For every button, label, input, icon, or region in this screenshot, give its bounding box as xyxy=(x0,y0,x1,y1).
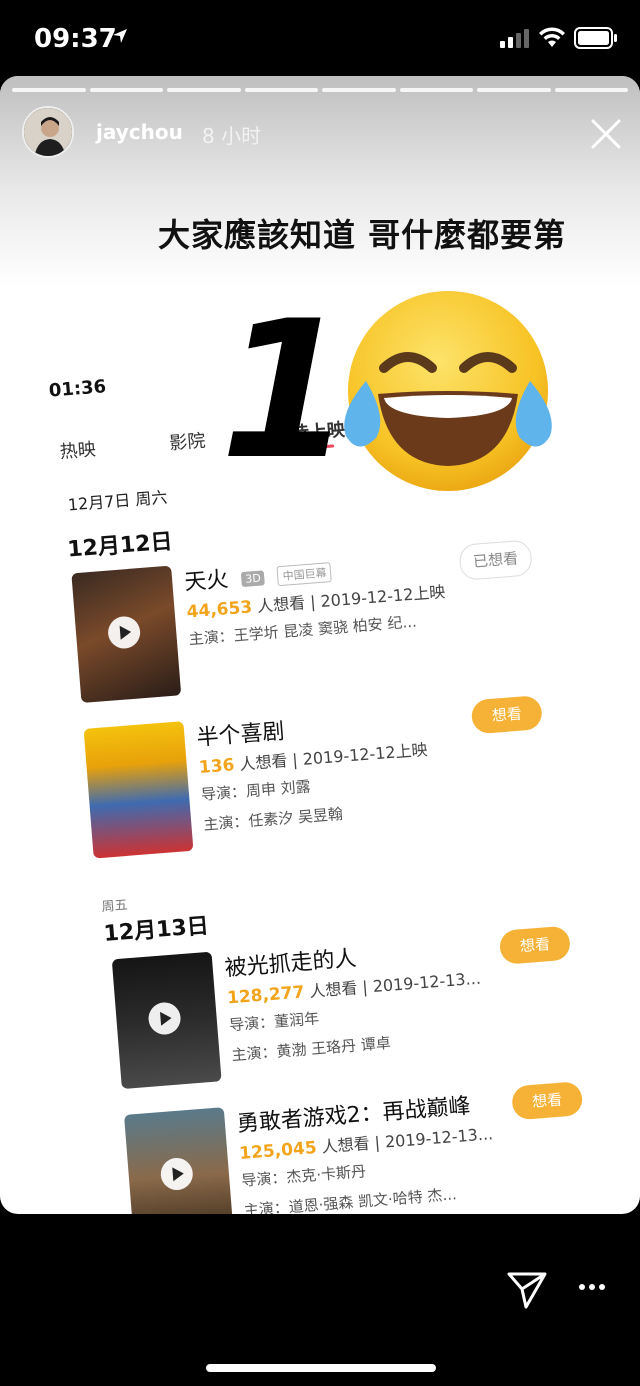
svg-text:1: 1 xyxy=(220,306,330,466)
movie-director: 导演：周申 刘露 xyxy=(200,777,312,804)
want-button: 想看 xyxy=(470,695,543,735)
story-caption: 大家應該知道 哥什麼都要第 xyxy=(158,216,567,254)
section-weekday: 周五 xyxy=(101,898,129,916)
status-time: 09:37 xyxy=(34,24,117,54)
tag-imax: 中国巨幕 xyxy=(276,562,333,587)
location-arrow-icon xyxy=(113,29,127,43)
play-icon xyxy=(106,615,142,650)
want-button: 想看 xyxy=(498,925,572,965)
movie-poster xyxy=(111,951,222,1090)
story-card: 01:36 热映 影院 待上映 12月7日 周六 12月12日 天火 3D 中国… xyxy=(0,76,640,1214)
section-date: 12月13日 xyxy=(102,913,210,947)
movie-poster xyxy=(83,721,194,859)
movie-title: 半个喜剧 xyxy=(195,719,286,752)
play-icon xyxy=(159,1156,194,1192)
movie-director: 导演：董润年 xyxy=(228,1009,320,1035)
close-icon[interactable] xyxy=(590,118,622,150)
wifi-icon xyxy=(539,27,565,47)
section-date: 12月12日 xyxy=(66,529,174,563)
movie-poster xyxy=(71,565,182,704)
tab-now-showing: 热映 xyxy=(58,439,97,463)
avatar[interactable] xyxy=(22,106,74,158)
cellular-signal-icon xyxy=(500,29,529,48)
tears-of-joy-emoji xyxy=(344,291,552,491)
movie-cast: 主演：任素汐 吴昱翰 xyxy=(202,804,344,834)
status-bar: 09:37 xyxy=(0,0,640,78)
movie-card: 被光抓走的人 128,277 人想看 | 2019-12-13... 导演：董润… xyxy=(111,923,592,1099)
phone-time: 01:36 xyxy=(48,376,107,402)
movie-poster xyxy=(123,1107,234,1214)
movie-card: 天火 3D 中国巨幕 44,653 人想看 | 2019-12-12上映 主演：… xyxy=(71,537,551,713)
current-date: 12月7日 周六 xyxy=(67,487,169,515)
movie-card: 半个喜剧 136 人想看 | 2019-12-12上映 导演：周申 刘露 主演：… xyxy=(83,692,564,868)
send-icon[interactable] xyxy=(506,1270,548,1310)
wanted-button: 已想看 xyxy=(458,539,533,581)
more-icon[interactable] xyxy=(578,1282,606,1292)
want-button: 想看 xyxy=(510,1081,584,1121)
movie-director: 导演：杰克·卡斯丹 xyxy=(240,1162,367,1190)
home-indicator[interactable] xyxy=(206,1364,436,1372)
story-progress-bars xyxy=(12,88,628,92)
big-number-overlay: 1 xyxy=(220,306,330,466)
tag-3d: 3D xyxy=(240,569,266,587)
post-time: 8 小时 xyxy=(202,124,262,148)
username[interactable]: jaychou xyxy=(96,120,183,144)
movie-cast: 主演：黄渤 王珞丹 谭卓 xyxy=(230,1033,392,1065)
movie-card: 勇敢者游戏2：再战巅峰 125,045 人想看 | 2019-12-13... … xyxy=(123,1078,604,1214)
battery-icon xyxy=(574,27,617,49)
play-icon xyxy=(147,1001,182,1036)
tab-cinemas: 影院 xyxy=(168,430,207,455)
